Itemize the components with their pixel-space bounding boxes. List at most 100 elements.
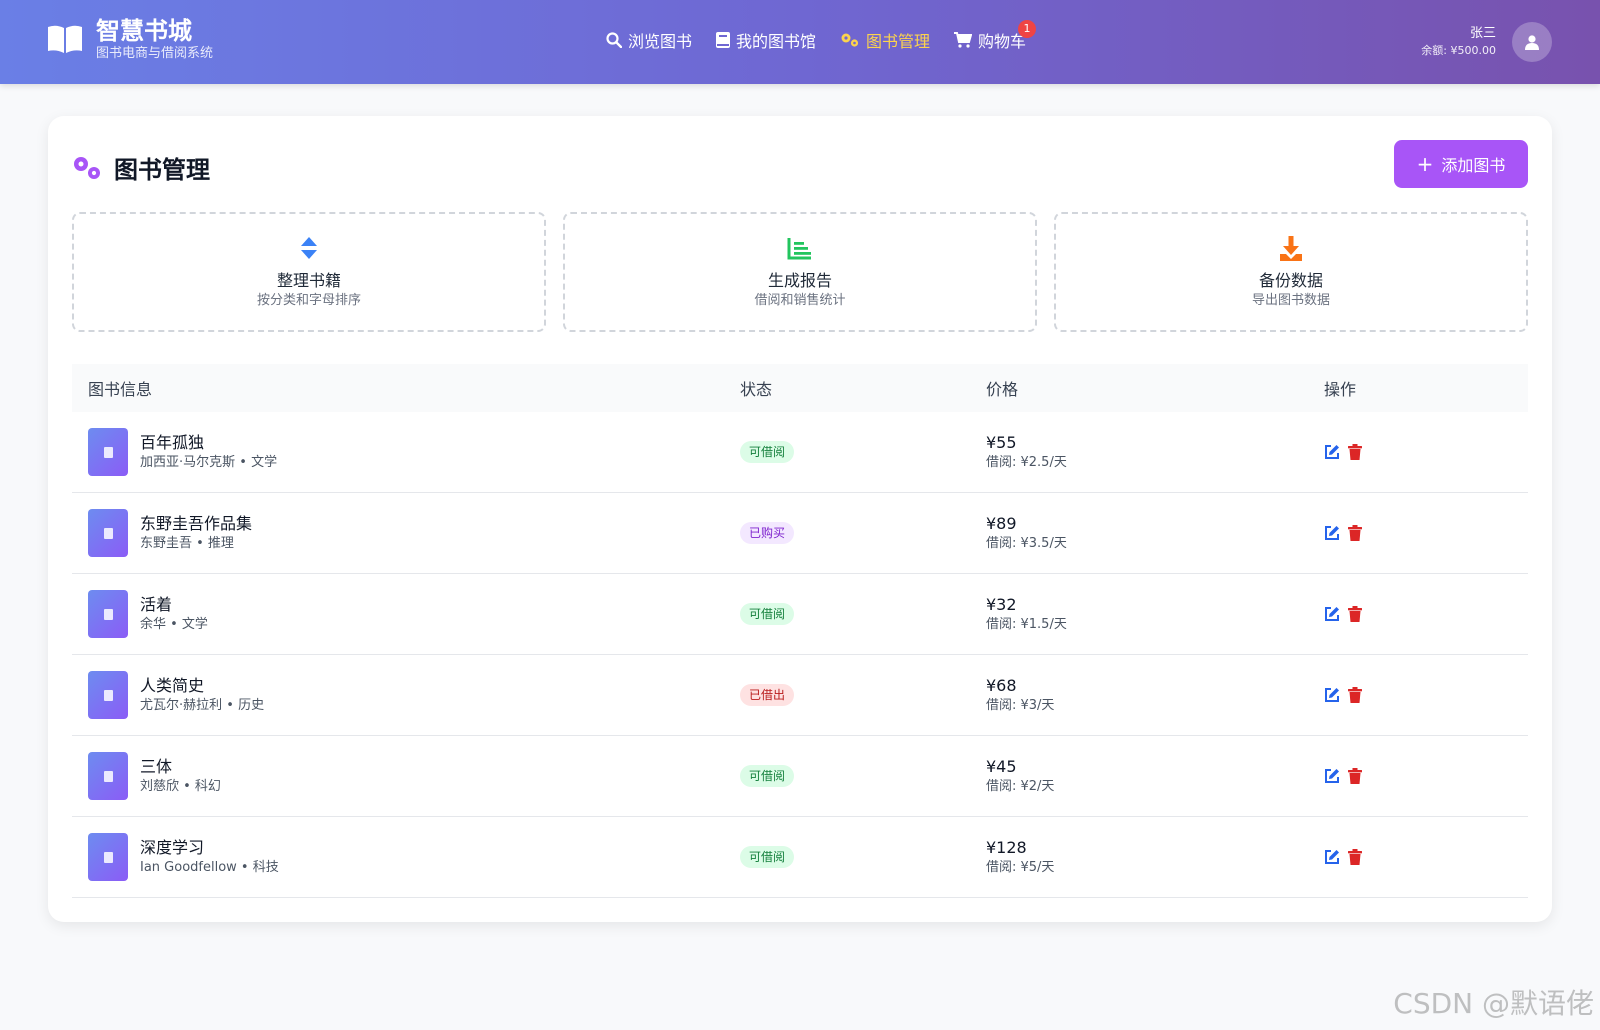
books-table: 图书信息 状态 价格 操作 百年孤独 加西亚·马尔克斯 • 文学 可借阅 ¥55…: [72, 364, 1528, 898]
trash-icon[interactable]: [1348, 768, 1362, 784]
brand[interactable]: 智慧书城 图书电商与借阅系统: [46, 16, 213, 62]
book-cover-icon: [88, 671, 128, 719]
book-info-cell: 三体 刘慈欣 • 科幻: [72, 752, 740, 800]
table-row: 百年孤独 加西亚·马尔克斯 • 文学 可借阅 ¥55 借阅: ¥2.5/天: [72, 412, 1528, 493]
sort-icon: [301, 237, 317, 259]
tool-cards: 整理书籍 按分类和字母排序 生成报告 借阅和销售统计 备份数据 导出图书数据: [72, 212, 1528, 332]
status-cell: 可借阅: [740, 441, 986, 463]
book-title: 三体: [140, 757, 173, 776]
trash-icon[interactable]: [1348, 687, 1362, 703]
edit-icon[interactable]: [1324, 849, 1340, 865]
book-price: ¥55: [986, 433, 1017, 452]
nav-book-management[interactable]: 图书管理: [840, 28, 930, 52]
tool-organize-books[interactable]: 整理书籍 按分类和字母排序: [72, 212, 546, 332]
book-meta: Ian Goodfellow • 科技: [140, 860, 279, 875]
book-meta: 加西亚·马尔克斯 • 文学: [140, 455, 278, 470]
top-header: 智慧书城 图书电商与借阅系统 浏览图书 我的图书馆 图书管理 购物车 1 张三 …: [0, 0, 1600, 84]
gears-icon: [74, 156, 100, 179]
trash-icon[interactable]: [1348, 849, 1362, 865]
rent-price: 借阅: ¥2.5/天: [986, 455, 1067, 470]
book-title: 深度学习: [140, 838, 205, 857]
status-cell: 可借阅: [740, 765, 986, 787]
chart-icon: [787, 238, 811, 260]
watermark: CSDN @默语佬: [1393, 987, 1594, 1020]
trash-icon[interactable]: [1348, 525, 1362, 541]
tool-desc: 导出图书数据: [1251, 293, 1330, 308]
status-badge: 可借阅: [740, 846, 795, 868]
plus-icon: +: [1416, 152, 1434, 176]
table-row: 活着 余华 • 文学 可借阅 ¥32 借阅: ¥1.5/天: [72, 574, 1528, 655]
book-cover-icon: [88, 509, 128, 557]
nav-label: 我的图书馆: [736, 32, 817, 51]
edit-icon[interactable]: [1324, 768, 1340, 784]
price-cell: ¥128 借阅: ¥5/天: [986, 837, 1324, 877]
status-cell: 已购买: [740, 522, 986, 544]
nav-my-library[interactable]: 我的图书馆: [716, 28, 816, 52]
tool-generate-report[interactable]: 生成报告 借阅和销售统计: [563, 212, 1037, 332]
edit-icon[interactable]: [1324, 687, 1340, 703]
table-row: 三体 刘慈欣 • 科幻 可借阅 ¥45 借阅: ¥2/天: [72, 736, 1528, 817]
cart-icon: [954, 32, 973, 48]
user-name: 张三: [1469, 26, 1496, 41]
page-header: 图书管理: [72, 150, 210, 185]
book-info-cell: 人类简史 尤瓦尔·赫拉利 • 历史: [72, 671, 740, 719]
header-price: 价格: [986, 380, 1019, 399]
trash-icon[interactable]: [1348, 606, 1362, 622]
ops-cell: [1324, 525, 1528, 541]
book-title: 百年孤独: [140, 433, 205, 452]
book-price: ¥89: [986, 514, 1017, 533]
ops-cell: [1324, 768, 1528, 784]
rent-price: 借阅: ¥1.5/天: [986, 617, 1067, 632]
book-management-card: 图书管理 + 添加图书 整理书籍 按分类和字母排序 生成报告 借阅和销售统计 备…: [48, 116, 1552, 922]
book-meta: 东野圭吾 • 推理: [140, 536, 234, 551]
book-title: 人类简史: [140, 676, 205, 695]
table-row: 东野圭吾作品集 东野圭吾 • 推理 已购买 ¥89 借阅: ¥3.5/天: [72, 493, 1528, 574]
status-badge: 可借阅: [740, 603, 795, 625]
book-meta: 余华 • 文学: [140, 617, 208, 632]
user-panel[interactable]: 张三 余额: ¥500.00: [1421, 22, 1552, 62]
status-badge: 已购买: [740, 522, 795, 544]
book-info-cell: 深度学习 Ian Goodfellow • 科技: [72, 833, 740, 881]
user-balance: 余额: ¥500.00: [1421, 44, 1496, 57]
rent-price: 借阅: ¥5/天: [986, 860, 1055, 875]
nav-browse-books[interactable]: 浏览图书: [606, 28, 692, 52]
user-icon: [1525, 35, 1539, 50]
add-book-button[interactable]: + 添加图书: [1394, 140, 1528, 188]
book-price: ¥68: [986, 676, 1017, 695]
brand-subtitle: 图书电商与借阅系统: [96, 46, 214, 61]
search-icon: [606, 32, 622, 48]
table-row: 深度学习 Ian Goodfellow • 科技 可借阅 ¥128 借阅: ¥5…: [72, 817, 1528, 898]
trash-icon[interactable]: [1348, 444, 1362, 460]
tool-label: 备份数据: [1258, 271, 1323, 290]
book-price: ¥45: [986, 757, 1017, 776]
book-info-cell: 东野圭吾作品集 东野圭吾 • 推理: [72, 509, 740, 557]
book-cover-icon: [88, 590, 128, 638]
status-badge: 可借阅: [740, 441, 795, 463]
rent-price: 借阅: ¥3.5/天: [986, 536, 1067, 551]
cart-count-badge: 1: [1018, 20, 1037, 38]
edit-icon[interactable]: [1324, 444, 1340, 460]
ops-cell: [1324, 606, 1528, 622]
edit-icon[interactable]: [1324, 525, 1340, 541]
brand-title: 智慧书城: [96, 17, 192, 45]
price-cell: ¥32 借阅: ¥1.5/天: [986, 594, 1324, 634]
status-cell: 可借阅: [740, 603, 986, 625]
book-title: 活着: [140, 595, 173, 614]
nav-cart[interactable]: 购物车 1: [954, 20, 1037, 52]
ops-cell: [1324, 444, 1528, 460]
header-ops: 操作: [1324, 380, 1357, 399]
book-price: ¥32: [986, 595, 1017, 614]
tool-backup-data[interactable]: 备份数据 导出图书数据: [1054, 212, 1528, 332]
status-badge: 已借出: [740, 684, 795, 706]
price-cell: ¥68 借阅: ¥3/天: [986, 675, 1324, 715]
avatar[interactable]: [1512, 22, 1552, 62]
status-badge: 可借阅: [740, 765, 795, 787]
table-header: 图书信息 状态 价格 操作: [72, 364, 1528, 412]
open-book-icon: [48, 25, 82, 53]
table-row: 人类简史 尤瓦尔·赫拉利 • 历史 已借出 ¥68 借阅: ¥3/天: [72, 655, 1528, 736]
gears-icon: [841, 33, 859, 47]
rent-price: 借阅: ¥3/天: [986, 698, 1055, 713]
edit-icon[interactable]: [1324, 606, 1340, 622]
price-cell: ¥89 借阅: ¥3.5/天: [986, 513, 1324, 553]
status-cell: 已借出: [740, 684, 986, 706]
